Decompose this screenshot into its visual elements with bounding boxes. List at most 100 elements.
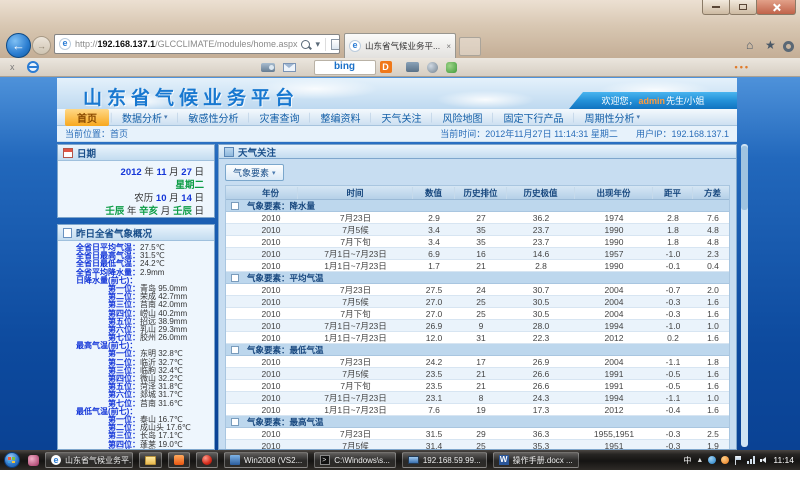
taskbar-button-3[interactable] [196, 452, 218, 468]
nav-item-3[interactable]: 灾害查询 [252, 110, 308, 125]
row-cell: 2010 [244, 405, 298, 415]
taskbar-button-5[interactable]: >C:\Windows\s... [314, 452, 396, 468]
row-cell: 2010 [244, 213, 298, 223]
taskbar-app-icon[interactable] [28, 455, 39, 466]
speaker-icon[interactable] [760, 457, 766, 463]
network-icon[interactable] [747, 456, 755, 464]
home-icon[interactable]: ⌂ [746, 39, 753, 51]
table-row[interactable]: 20107月下旬27.02530.52004-0.31.6 [226, 308, 729, 320]
maximize-button[interactable] [729, 0, 757, 15]
table-row[interactable]: 20107月5候23.52126.61991-0.51.6 [226, 368, 729, 380]
taskbar-clock[interactable]: 11:14 [773, 455, 794, 465]
toolbar-video-icon[interactable] [406, 62, 419, 72]
table-row[interactable]: 20101月1日~7月23日12.03122.320120.21.6 [226, 332, 729, 344]
cmd-icon: > [320, 455, 330, 465]
gear-icon[interactable] [783, 41, 794, 52]
toolbar-green-app-icon[interactable] [446, 62, 457, 73]
nav-item-1[interactable]: 数据分析▾ [114, 110, 176, 125]
table-row[interactable]: 20107月1日~7月23日26.9928.01994-1.01.0 [226, 320, 729, 332]
taskbar-button-7[interactable]: W操作手册.docx ... [493, 452, 579, 468]
new-tab-button[interactable] [459, 37, 481, 56]
camera-icon[interactable] [261, 63, 275, 72]
search-icon[interactable] [301, 40, 310, 49]
taskbar-button-0[interactable]: e山东省气候业务平... [45, 452, 133, 468]
language-indicator[interactable]: 中 [683, 455, 691, 466]
group-checkbox[interactable] [231, 418, 239, 426]
row-cell: 7月5候 [298, 368, 413, 380]
tray-expand-icon[interactable]: ▲ [696, 457, 703, 464]
table-row[interactable]: 20107月5候31.42535.31951-0.31.9 [226, 440, 729, 449]
row-cell: 1月1日~7月23日 [298, 404, 413, 416]
nav-item-7[interactable]: 固定下行产品 [496, 110, 572, 125]
calendar-text: 27 [181, 167, 192, 178]
table-row[interactable]: 20107月23日27.52430.72004-0.72.0 [226, 284, 729, 296]
tray-blue-icon[interactable] [708, 456, 716, 464]
nav-item-8[interactable]: 周期性分析▾ [577, 110, 649, 125]
sidebar: 日期 2012 年 11 月 27 日星期二农历 10 月 14 日壬辰 年 辛… [57, 144, 215, 450]
table-row[interactable]: 20107月23日2.92736.219742.87.6 [226, 212, 729, 224]
ie-icon: e [51, 455, 61, 465]
nav-item-5[interactable]: 天气关注 [374, 110, 430, 125]
autocomplete-dropdown-icon[interactable]: ▾ [315, 39, 320, 50]
calendar-panel: 日期 2012 年 11 月 27 日星期二农历 10 月 14 日壬辰 年 辛… [57, 144, 215, 218]
row-cell: 2010 [244, 321, 298, 331]
start-button[interactable] [4, 452, 20, 468]
address-bar[interactable]: e http://192.168.137.1/GLCCLIMATE/module… [54, 34, 340, 54]
element-filter-button[interactable]: 气象要素 ▾ [225, 164, 284, 181]
nav-item-0[interactable]: 首页 [65, 109, 109, 126]
table-row[interactable]: 20101月1日~7月23日1.7212.81990-0.10.4 [226, 260, 729, 272]
favorites-star-icon[interactable]: ★ [765, 39, 776, 51]
mail-icon[interactable] [283, 63, 296, 72]
search-box[interactable]: bing [314, 60, 376, 75]
table-row[interactable]: 20107月5候3.43523.719901.84.8 [226, 224, 729, 236]
row-cell: 27.5 [413, 285, 455, 295]
back-button[interactable]: ← [6, 33, 31, 58]
welcome-suffix: 先生/小姐 [666, 94, 705, 107]
group-checkbox[interactable] [231, 202, 239, 210]
taskbar-button-2[interactable] [168, 452, 190, 468]
table-row[interactable]: 20107月下旬3.43523.719901.84.8 [226, 236, 729, 248]
page-scrollbar[interactable] [741, 144, 748, 447]
site-title: 山东省气候业务平台 [83, 83, 299, 110]
group-checkbox[interactable] [231, 274, 239, 282]
addon-logo-icon[interactable] [27, 61, 39, 73]
nav-item-label: 敏感性分析 [189, 110, 239, 125]
chevron-down-icon: ▾ [272, 169, 276, 177]
row-cell: 2010 [244, 393, 298, 403]
action-center-flag-icon[interactable] [734, 456, 742, 465]
nav-item-6[interactable]: 风险地图 [435, 110, 491, 125]
tray-orange-icon[interactable] [721, 456, 729, 464]
table-row[interactable]: 20107月5候27.02530.52004-0.31.6 [226, 296, 729, 308]
row-cell: 2012 [575, 405, 653, 415]
table-row[interactable]: 20107月23日24.21726.92004-1.11.8 [226, 356, 729, 368]
nav-item-2[interactable]: 敏感性分析 [181, 110, 247, 125]
taskbar-button-4[interactable]: Win2008 (VS2... [224, 452, 308, 468]
close-button[interactable] [756, 0, 796, 15]
nav-item-4[interactable]: 整编资料 [313, 110, 369, 125]
row-cell: 27.0 [413, 309, 455, 319]
minimize-button[interactable] [702, 0, 730, 15]
scrollbar-thumb[interactable] [741, 146, 748, 210]
table-row[interactable]: 20107月23日31.52936.31955,1951-0.32.5 [226, 428, 729, 440]
group-checkbox[interactable] [231, 346, 239, 354]
browser-tab[interactable]: e 山东省气候业务平... × [344, 33, 456, 58]
tab-close-icon[interactable]: × [446, 42, 451, 51]
taskbar-button-6[interactable]: 192.168.59.99... [402, 452, 487, 468]
toolbar-close-icon[interactable]: x [10, 62, 15, 72]
d-badge-icon[interactable]: D [380, 61, 392, 73]
row-cell: 1.0 [693, 321, 730, 331]
taskbar-button-1[interactable] [139, 452, 162, 468]
table-row[interactable]: 20107月下旬23.52126.61991-0.51.6 [226, 380, 729, 392]
toolbar-globe-icon[interactable] [427, 62, 438, 73]
table-row[interactable]: 20101月1日~7月23日7.61917.32012-0.41.6 [226, 404, 729, 416]
row-cell: 35 [455, 225, 507, 235]
table-row[interactable]: 20107月1日~7月23日6.91614.61957-1.02.3 [226, 248, 729, 260]
breadcrumb-row: 当前位置：首页 当前时间：2012年11月27日 11:14:31 星期二 用户… [57, 126, 737, 142]
row-cell: 17.3 [507, 405, 575, 415]
forward-button[interactable]: → [32, 36, 51, 55]
row-cell: 7月下旬 [298, 380, 413, 392]
table-row[interactable]: 20107月1日~7月23日23.1824.31994-1.11.0 [226, 392, 729, 404]
overview-panel-header: 昨日全省气象概况 [58, 225, 214, 241]
compatibility-view-icon[interactable] [331, 39, 340, 50]
toolbar-overflow-dots[interactable]: ••• [735, 62, 750, 72]
